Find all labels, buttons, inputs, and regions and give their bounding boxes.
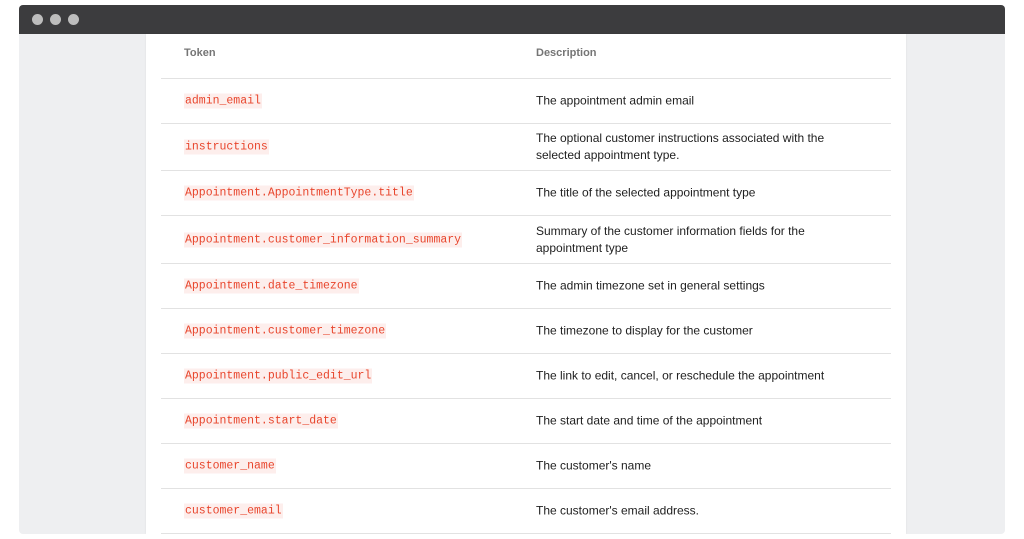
token-code: admin_email [184,93,262,109]
token-description: The link to edit, cancel, or reschedule … [536,368,825,383]
token-code: Appointment.public_edit_url [184,368,373,384]
token-code: customer_email [184,503,283,519]
table-row: customer_name The customer's name [161,444,891,489]
token-table: Token Description admin_email The appoin… [161,34,891,534]
table-header: Token Description [161,34,891,79]
token-description: The admin timezone set in general settin… [536,278,765,293]
token-description: The customer's name [536,458,652,473]
token-code: customer_name [184,458,276,474]
table-row: Appointment.customer_timezone The timezo… [161,309,891,354]
table-row: Appointment.date_timezone The admin time… [161,264,891,309]
table-row: Appointment.AppointmentType.title The ti… [161,171,891,216]
token-code: Appointment.start_date [184,413,338,429]
token-code: instructions [184,139,269,155]
token-code: Appointment.AppointmentType.title [184,185,414,201]
token-column-header: Token [184,47,216,59]
token-description: The optional customer instructions assoc… [536,131,825,162]
description-column-header: Description [536,47,597,59]
table-row: instructions The optional customer instr… [161,124,891,171]
token-code: Appointment.customer_information_summary [184,232,463,247]
window-titlebar [19,5,1005,34]
token-description: The start date and time of the appointme… [536,413,763,428]
token-description: The timezone to display for the customer [536,323,753,338]
table-row: Appointment.public_edit_url The link to … [161,354,891,399]
browser-window: Token Description admin_email The appoin… [19,5,1005,534]
page-content: Token Description admin_email The appoin… [146,34,906,534]
token-description: The appointment admin email [536,93,695,108]
table-row: customer_email The customer's email addr… [161,489,891,534]
table-row: Appointment.customer_information_summary… [161,216,891,264]
window-maximize-dot[interactable] [68,14,79,25]
table-row: admin_email The appointment admin email [161,79,891,124]
token-code: Appointment.date_timezone [184,278,359,294]
token-description: The customer's email address. [536,503,700,518]
token-description: The title of the selected appointment ty… [536,185,756,200]
table-row: Appointment.start_date The start date an… [161,399,891,444]
token-code: Appointment.customer_timezone [184,323,387,339]
window-close-dot[interactable] [32,14,43,25]
window-minimize-dot[interactable] [50,14,61,25]
token-description: Summary of the customer information fiel… [536,223,805,255]
